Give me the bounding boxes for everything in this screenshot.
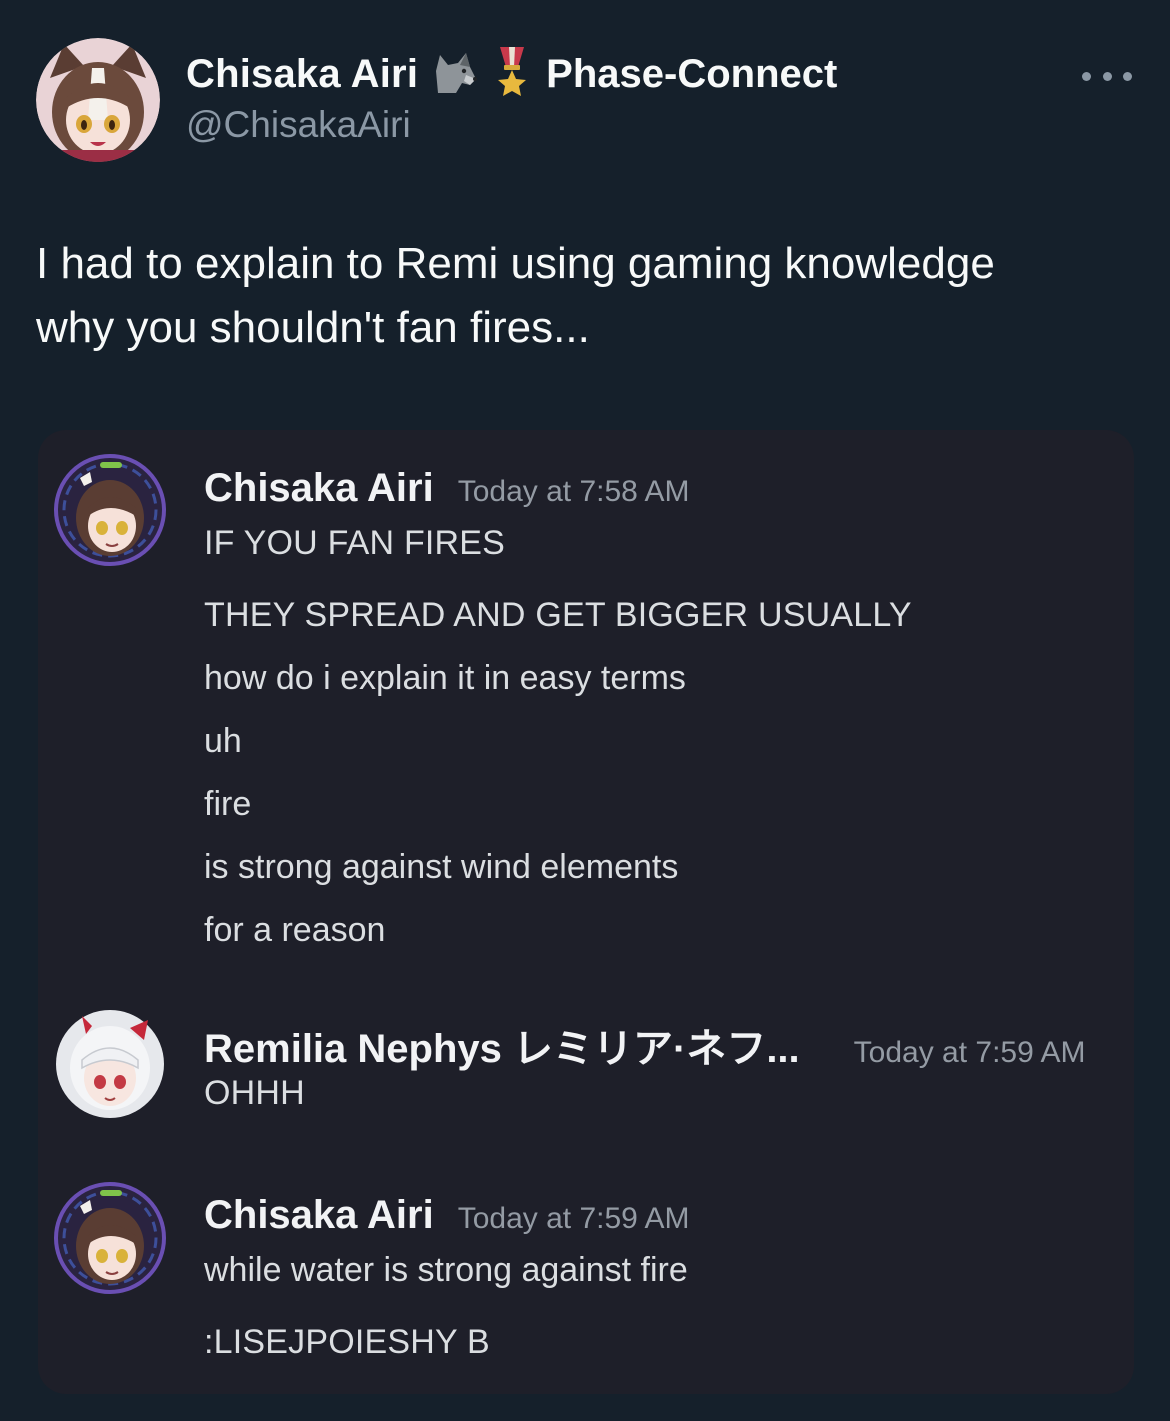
more-dot (1082, 71, 1091, 81)
tweet-media-image[interactable]: Chisaka Airi Today at 7:58 AM IF YOU FAN… (38, 430, 1134, 1394)
discord-timestamp: Today at 7:59 AM (457, 1202, 690, 1235)
tweet-text: I had to explain to Remi using gaming kn… (36, 232, 1136, 360)
discord-author-name[interactable]: Remilia Nephys レミリア·ネフ... (204, 1016, 800, 1074)
author-affiliation[interactable]: Phase-Connect (546, 52, 837, 97)
discord-message-line: for a reason (204, 911, 386, 949)
discord-message-line: is strong against wind elements (204, 848, 679, 886)
discord-timestamp: Today at 7:59 AM (853, 1036, 1086, 1069)
discord-avatar-airi (52, 1180, 168, 1296)
more-dot (1102, 71, 1112, 81)
author-name-row: Chisaka Airi Phase-Connect (186, 46, 837, 100)
more-dot (1123, 71, 1132, 81)
wolf-icon (430, 49, 480, 100)
discord-avatar-remilia (52, 1006, 168, 1122)
discord-avatar-airi (52, 452, 168, 568)
discord-timestamp: Today at 7:58 AM (457, 475, 690, 508)
tweet-text-line: I had to explain to Remi using gaming kn… (36, 239, 995, 288)
discord-message-header: Chisaka Airi Today at 7:58 AM (204, 466, 690, 511)
discord-message-header: Chisaka Airi Today at 7:59 AM (204, 1193, 690, 1238)
tweet-header: Chisaka Airi Phase-Connect @ChisakaAiri (36, 38, 1136, 162)
tweet-page: Chisaka Airi Phase-Connect @ChisakaAiri … (0, 0, 1170, 1421)
discord-message-line: uh (204, 722, 242, 760)
discord-author-name[interactable]: Chisaka Airi (204, 1193, 434, 1238)
discord-message-header: Remilia Nephys レミリア·ネフ... Today at 7:59 … (204, 1016, 1085, 1074)
tweet-text-line: why you shouldn't fan fires... (36, 303, 590, 352)
discord-message-line: while water is strong against fire (204, 1251, 688, 1289)
military-medal-icon (492, 46, 532, 102)
author-avatar[interactable] (36, 38, 160, 162)
discord-message-line: THEY SPREAD AND GET BIGGER USUALLY (204, 596, 912, 634)
discord-message-line: fire (204, 785, 252, 823)
discord-message-line: IF YOU FAN FIRES (204, 524, 506, 562)
author-handle[interactable]: @ChisakaAiri (186, 104, 411, 146)
discord-message-line: :LISEJPOIESHY B (204, 1323, 490, 1361)
more-options-icon[interactable] (1082, 64, 1132, 88)
discord-message-line: OHHH (204, 1074, 305, 1112)
discord-author-name[interactable]: Chisaka Airi (204, 466, 434, 511)
discord-message-line: how do i explain it in easy terms (204, 659, 686, 697)
author-display-name[interactable]: Chisaka Airi (186, 52, 418, 97)
